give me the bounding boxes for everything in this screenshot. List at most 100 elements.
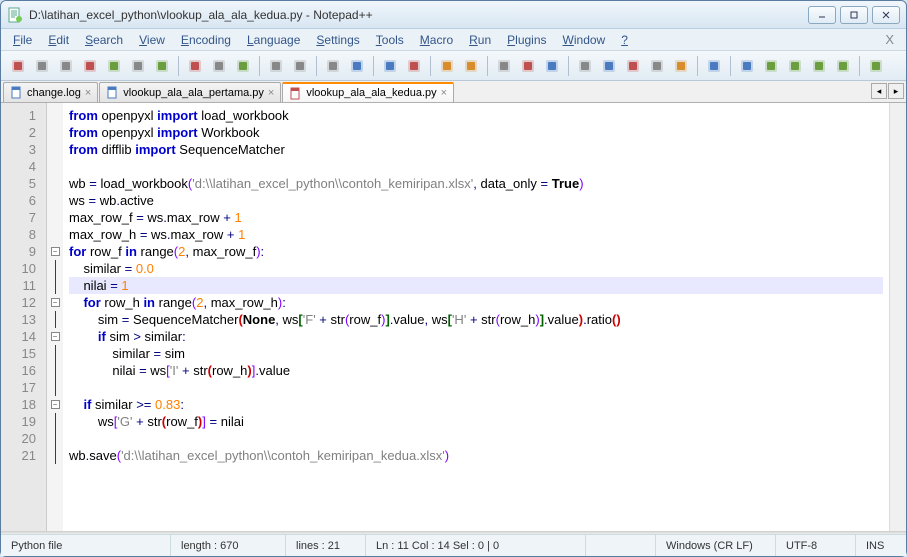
tab-1[interactable]: vlookup_ala_ala_pertama.py× bbox=[99, 82, 281, 102]
tab-next-button[interactable]: ▸ bbox=[888, 83, 904, 99]
fold-cell[interactable] bbox=[47, 413, 63, 430]
tab-0[interactable]: change.log× bbox=[3, 82, 98, 102]
minimize-button[interactable] bbox=[808, 6, 836, 24]
play-multi-icon[interactable] bbox=[808, 55, 830, 77]
print-icon[interactable] bbox=[151, 55, 173, 77]
menu-macro[interactable]: Macro bbox=[412, 31, 461, 49]
stop-macro-icon[interactable] bbox=[760, 55, 782, 77]
fold-cell[interactable]: − bbox=[47, 328, 63, 345]
menu-view[interactable]: View bbox=[131, 31, 173, 49]
spell-icon[interactable] bbox=[865, 55, 887, 77]
close-icon[interactable] bbox=[103, 55, 125, 77]
menu-settings[interactable]: Settings bbox=[308, 31, 367, 49]
tab-close-icon[interactable]: × bbox=[441, 87, 447, 99]
fold-cell[interactable] bbox=[47, 447, 63, 464]
tab-close-icon[interactable]: × bbox=[85, 87, 91, 99]
vertical-scrollbar[interactable] bbox=[889, 103, 906, 531]
code-line[interactable]: max_row_h = ws.max_row + 1 bbox=[69, 226, 883, 243]
folder-icon[interactable] bbox=[670, 55, 692, 77]
fold-cell[interactable] bbox=[47, 124, 63, 141]
line-number[interactable]: 19 bbox=[1, 413, 46, 430]
fold-cell[interactable] bbox=[47, 260, 63, 277]
code-line[interactable]: nilai = 1 bbox=[69, 277, 883, 294]
cut-icon[interactable] bbox=[184, 55, 206, 77]
line-number[interactable]: 21 bbox=[1, 447, 46, 464]
fold-toggle-icon[interactable]: − bbox=[51, 332, 60, 341]
code-editor[interactable]: 123456789101112131415161718192021 −−−− f… bbox=[1, 103, 906, 531]
undo-icon[interactable] bbox=[265, 55, 287, 77]
indent-guide-icon[interactable] bbox=[541, 55, 563, 77]
save-icon[interactable] bbox=[55, 55, 77, 77]
code-line[interactable]: from openpyxl import Workbook bbox=[69, 124, 883, 141]
line-number[interactable]: 4 bbox=[1, 158, 46, 175]
line-number[interactable]: 12 bbox=[1, 294, 46, 311]
fold-cell[interactable] bbox=[47, 192, 63, 209]
menu-search[interactable]: Search bbox=[77, 31, 131, 49]
code-line[interactable] bbox=[69, 158, 883, 175]
menu-help[interactable]: ? bbox=[613, 31, 636, 49]
copy-icon[interactable] bbox=[208, 55, 230, 77]
code-line[interactable]: ws = wb.active bbox=[69, 192, 883, 209]
close-all-icon[interactable] bbox=[127, 55, 149, 77]
menu-language[interactable]: Language bbox=[239, 31, 308, 49]
tab-prev-button[interactable]: ◂ bbox=[871, 83, 887, 99]
code-line[interactable]: ws['G' + str(row_f)] = nilai bbox=[69, 413, 883, 430]
fold-toggle-icon[interactable]: − bbox=[51, 298, 60, 307]
menu-file[interactable]: File bbox=[5, 31, 40, 49]
paste-icon[interactable] bbox=[232, 55, 254, 77]
fold-cell[interactable] bbox=[47, 311, 63, 328]
doc-map-icon[interactable] bbox=[598, 55, 620, 77]
code-line[interactable]: wb = load_workbook('d:\\latihan_excel_py… bbox=[69, 175, 883, 192]
sync-v-icon[interactable] bbox=[436, 55, 458, 77]
menu-edit[interactable]: Edit bbox=[40, 31, 77, 49]
fold-cell[interactable]: − bbox=[47, 396, 63, 413]
line-number[interactable]: 13 bbox=[1, 311, 46, 328]
line-number[interactable]: 7 bbox=[1, 209, 46, 226]
lang-icon[interactable] bbox=[574, 55, 596, 77]
titlebar[interactable]: D:\latihan_excel_python\vlookup_ala_ala_… bbox=[1, 1, 906, 29]
line-number[interactable]: 20 bbox=[1, 430, 46, 447]
menu-encoding[interactable]: Encoding bbox=[173, 31, 239, 49]
fold-column[interactable]: −−−− bbox=[47, 103, 63, 531]
doc-list-icon[interactable] bbox=[622, 55, 644, 77]
menubar-close-icon[interactable]: X bbox=[877, 32, 902, 47]
code-line[interactable]: wb.save('d:\\latihan_excel_python\\conto… bbox=[69, 447, 883, 464]
redo-icon[interactable] bbox=[289, 55, 311, 77]
record-macro-icon[interactable] bbox=[736, 55, 758, 77]
close-window-button[interactable] bbox=[872, 6, 900, 24]
find-icon[interactable] bbox=[322, 55, 344, 77]
menu-plugins[interactable]: Plugins bbox=[499, 31, 554, 49]
code-line[interactable]: for row_h in range(2, max_row_h): bbox=[69, 294, 883, 311]
code-line[interactable]: nilai = ws['I' + str(row_h)].value bbox=[69, 362, 883, 379]
fold-toggle-icon[interactable]: − bbox=[51, 400, 60, 409]
new-file-icon[interactable] bbox=[7, 55, 29, 77]
line-number[interactable]: 1 bbox=[1, 107, 46, 124]
code-line[interactable]: similar = 0.0 bbox=[69, 260, 883, 277]
line-number[interactable]: 10 bbox=[1, 260, 46, 277]
menu-tools[interactable]: Tools bbox=[368, 31, 412, 49]
replace-icon[interactable] bbox=[346, 55, 368, 77]
func-list-icon[interactable] bbox=[646, 55, 668, 77]
code-line[interactable] bbox=[69, 430, 883, 447]
line-number[interactable]: 6 bbox=[1, 192, 46, 209]
code-line[interactable]: if sim > similar: bbox=[69, 328, 883, 345]
open-file-icon[interactable] bbox=[31, 55, 53, 77]
fold-cell[interactable] bbox=[47, 277, 63, 294]
line-number[interactable]: 2 bbox=[1, 124, 46, 141]
line-number[interactable]: 16 bbox=[1, 362, 46, 379]
code-line[interactable]: from difflib import SequenceMatcher bbox=[69, 141, 883, 158]
code-line[interactable]: max_row_f = ws.max_row + 1 bbox=[69, 209, 883, 226]
code-line[interactable] bbox=[69, 379, 883, 396]
sync-h-icon[interactable] bbox=[460, 55, 482, 77]
tab-2[interactable]: vlookup_ala_ala_kedua.py× bbox=[282, 82, 454, 102]
fold-cell[interactable] bbox=[47, 226, 63, 243]
line-number[interactable]: 9 bbox=[1, 243, 46, 260]
fold-cell[interactable] bbox=[47, 107, 63, 124]
monitor-icon[interactable] bbox=[703, 55, 725, 77]
save-all-icon[interactable] bbox=[79, 55, 101, 77]
fold-cell[interactable] bbox=[47, 345, 63, 362]
fold-cell[interactable] bbox=[47, 141, 63, 158]
tab-close-icon[interactable]: × bbox=[268, 87, 274, 99]
fold-cell[interactable] bbox=[47, 158, 63, 175]
line-number[interactable]: 5 bbox=[1, 175, 46, 192]
